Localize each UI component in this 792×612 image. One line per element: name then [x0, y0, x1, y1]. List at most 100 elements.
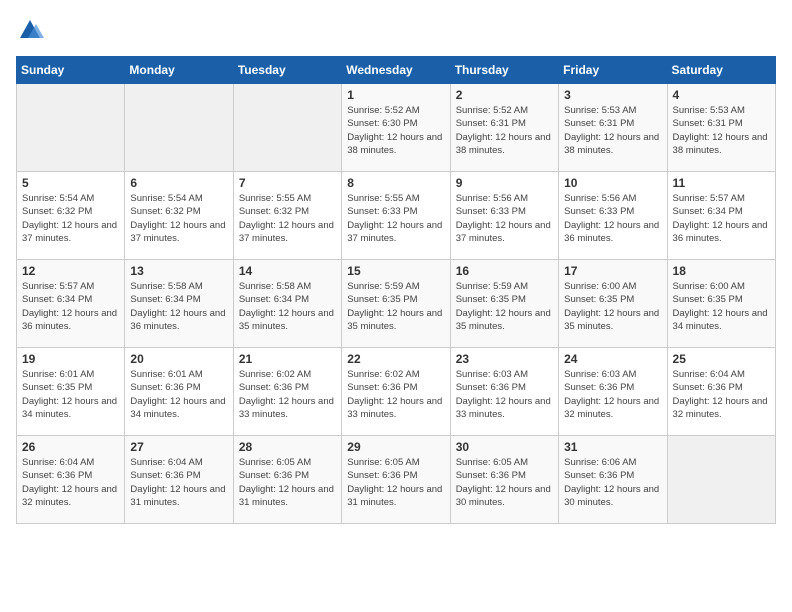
day-number: 24: [564, 352, 661, 366]
day-number: 31: [564, 440, 661, 454]
calendar-cell: 29 Sunrise: 6:05 AM Sunset: 6:36 PM Dayli…: [342, 436, 450, 524]
day-info: Sunrise: 6:05 AM Sunset: 6:36 PM Dayligh…: [239, 456, 336, 509]
weekday-header: Friday: [559, 57, 667, 84]
day-number: 21: [239, 352, 336, 366]
day-info: Sunrise: 5:53 AM Sunset: 6:31 PM Dayligh…: [673, 104, 770, 157]
day-number: 29: [347, 440, 444, 454]
calendar-cell: 11Sunrise: 5:57 AM Sunset: 6:34 PM Dayli…: [667, 172, 775, 260]
day-number: 4: [673, 88, 770, 102]
day-number: 16: [456, 264, 553, 278]
weekday-header: Saturday: [667, 57, 775, 84]
day-info: Sunrise: 6:05 AM Sunset: 6:36 PM Dayligh…: [347, 456, 444, 509]
calendar-cell: 30 Sunrise: 6:05 AM Sunset: 6:36 PM Dayli…: [450, 436, 558, 524]
day-info: Sunrise: 5:58 AM Sunset: 6:34 PM Dayligh…: [130, 280, 227, 333]
calendar-cell: 17 Sunrise: 6:00 AM Sunset: 6:35 PM Dayli…: [559, 260, 667, 348]
day-number: 25: [673, 352, 770, 366]
day-info: Sunrise: 6:00 AM Sunset: 6:35 PM Dayligh…: [673, 280, 770, 333]
day-number: 11: [673, 176, 770, 190]
day-number: 3: [564, 88, 661, 102]
day-info: Sunrise: 5:54 AM Sunset: 6:32 PM Dayligh…: [22, 192, 119, 245]
calendar-cell: 24 Sunrise: 6:03 AM Sunset: 6:36 PM Dayli…: [559, 348, 667, 436]
day-number: 1: [347, 88, 444, 102]
day-info: Sunrise: 5:56 AM Sunset: 6:33 PM Dayligh…: [564, 192, 661, 245]
day-info: Sunrise: 5:54 AM Sunset: 6:32 PM Dayligh…: [130, 192, 227, 245]
calendar-cell: 26 Sunrise: 6:04 AM Sunset: 6:36 PM Dayli…: [17, 436, 125, 524]
day-number: 17: [564, 264, 661, 278]
day-number: 28: [239, 440, 336, 454]
day-number: 15: [347, 264, 444, 278]
day-info: Sunrise: 6:03 AM Sunset: 6:36 PM Dayligh…: [456, 368, 553, 421]
calendar-cell: 6 Sunrise: 5:54 AM Sunset: 6:32 PM Daylig…: [125, 172, 233, 260]
day-info: Sunrise: 5:53 AM Sunset: 6:31 PM Dayligh…: [564, 104, 661, 157]
day-info: Sunrise: 6:01 AM Sunset: 6:36 PM Dayligh…: [130, 368, 227, 421]
calendar-cell: 13 Sunrise: 5:58 AM Sunset: 6:34 PM Dayli…: [125, 260, 233, 348]
day-number: 9: [456, 176, 553, 190]
day-number: 26: [22, 440, 119, 454]
day-info: Sunrise: 6:04 AM Sunset: 6:36 PM Dayligh…: [130, 456, 227, 509]
calendar-cell: 3 Sunrise: 5:53 AM Sunset: 6:31 PM Daylig…: [559, 84, 667, 172]
calendar-week-row: 26 Sunrise: 6:04 AM Sunset: 6:36 PM Dayli…: [17, 436, 776, 524]
day-info: Sunrise: 5:58 AM Sunset: 6:34 PM Dayligh…: [239, 280, 336, 333]
calendar-cell: 23 Sunrise: 6:03 AM Sunset: 6:36 PM Dayli…: [450, 348, 558, 436]
calendar-cell: 21 Sunrise: 6:02 AM Sunset: 6:36 PM Dayli…: [233, 348, 341, 436]
day-number: 8: [347, 176, 444, 190]
day-number: 20: [130, 352, 227, 366]
calendar-cell: 4 Sunrise: 5:53 AM Sunset: 6:31 PM Daylig…: [667, 84, 775, 172]
day-number: 18: [673, 264, 770, 278]
day-info: Sunrise: 5:55 AM Sunset: 6:33 PM Dayligh…: [347, 192, 444, 245]
day-info: Sunrise: 6:00 AM Sunset: 6:35 PM Dayligh…: [564, 280, 661, 333]
day-number: 12: [22, 264, 119, 278]
weekday-header-row: SundayMondayTuesdayWednesdayThursdayFrid…: [17, 57, 776, 84]
calendar-table: SundayMondayTuesdayWednesdayThursdayFrid…: [16, 56, 776, 524]
calendar-cell: 16 Sunrise: 5:59 AM Sunset: 6:35 PM Dayli…: [450, 260, 558, 348]
weekday-header: Tuesday: [233, 57, 341, 84]
day-number: 7: [239, 176, 336, 190]
day-number: 5: [22, 176, 119, 190]
day-number: 27: [130, 440, 227, 454]
day-number: 19: [22, 352, 119, 366]
calendar-week-row: 1 Sunrise: 5:52 AM Sunset: 6:30 PM Daylig…: [17, 84, 776, 172]
day-info: Sunrise: 5:59 AM Sunset: 6:35 PM Dayligh…: [456, 280, 553, 333]
calendar-cell: 9 Sunrise: 5:56 AM Sunset: 6:33 PM Daylig…: [450, 172, 558, 260]
calendar-cell: 10 Sunrise: 5:56 AM Sunset: 6:33 PM Dayli…: [559, 172, 667, 260]
logo: [16, 16, 48, 44]
calendar-cell: [17, 84, 125, 172]
day-info: Sunrise: 6:04 AM Sunset: 6:36 PM Dayligh…: [673, 368, 770, 421]
day-info: Sunrise: 6:02 AM Sunset: 6:36 PM Dayligh…: [239, 368, 336, 421]
calendar-cell: 22Sunrise: 6:02 AM Sunset: 6:36 PM Dayli…: [342, 348, 450, 436]
day-info: Sunrise: 5:52 AM Sunset: 6:31 PM Dayligh…: [456, 104, 553, 157]
day-number: 22: [347, 352, 444, 366]
calendar-cell: 25 Sunrise: 6:04 AM Sunset: 6:36 PM Dayli…: [667, 348, 775, 436]
day-info: Sunrise: 6:05 AM Sunset: 6:36 PM Dayligh…: [456, 456, 553, 509]
calendar-cell: 5 Sunrise: 5:54 AM Sunset: 6:32 PM Daylig…: [17, 172, 125, 260]
page-header: [16, 16, 776, 44]
day-info: Sunrise: 5:55 AM Sunset: 6:32 PM Dayligh…: [239, 192, 336, 245]
calendar-cell: 2Sunrise: 5:52 AM Sunset: 6:31 PM Daylig…: [450, 84, 558, 172]
calendar-cell: [667, 436, 775, 524]
day-info: Sunrise: 5:52 AM Sunset: 6:30 PM Dayligh…: [347, 104, 444, 157]
calendar-cell: 7 Sunrise: 5:55 AM Sunset: 6:32 PM Daylig…: [233, 172, 341, 260]
calendar-cell: 8 Sunrise: 5:55 AM Sunset: 6:33 PM Daylig…: [342, 172, 450, 260]
day-number: 6: [130, 176, 227, 190]
day-info: Sunrise: 6:03 AM Sunset: 6:36 PM Dayligh…: [564, 368, 661, 421]
calendar-cell: 19Sunrise: 6:01 AM Sunset: 6:35 PM Dayli…: [17, 348, 125, 436]
day-info: Sunrise: 6:04 AM Sunset: 6:36 PM Dayligh…: [22, 456, 119, 509]
calendar-week-row: 12 Sunrise: 5:57 AM Sunset: 6:34 PM Dayli…: [17, 260, 776, 348]
calendar-cell: 31Sunrise: 6:06 AM Sunset: 6:36 PM Dayli…: [559, 436, 667, 524]
day-info: Sunrise: 5:56 AM Sunset: 6:33 PM Dayligh…: [456, 192, 553, 245]
calendar-cell: [233, 84, 341, 172]
calendar-cell: 12 Sunrise: 5:57 AM Sunset: 6:34 PM Dayli…: [17, 260, 125, 348]
calendar-cell: 1 Sunrise: 5:52 AM Sunset: 6:30 PM Daylig…: [342, 84, 450, 172]
day-number: 13: [130, 264, 227, 278]
day-number: 10: [564, 176, 661, 190]
weekday-header: Sunday: [17, 57, 125, 84]
weekday-header: Thursday: [450, 57, 558, 84]
day-info: Sunrise: 5:57 AM Sunset: 6:34 PM Dayligh…: [22, 280, 119, 333]
calendar-cell: 18 Sunrise: 6:00 AM Sunset: 6:35 PM Dayli…: [667, 260, 775, 348]
day-number: 14: [239, 264, 336, 278]
calendar-cell: [125, 84, 233, 172]
day-number: 30: [456, 440, 553, 454]
day-number: 23: [456, 352, 553, 366]
weekday-header: Monday: [125, 57, 233, 84]
calendar-cell: 20 Sunrise: 6:01 AM Sunset: 6:36 PM Dayli…: [125, 348, 233, 436]
